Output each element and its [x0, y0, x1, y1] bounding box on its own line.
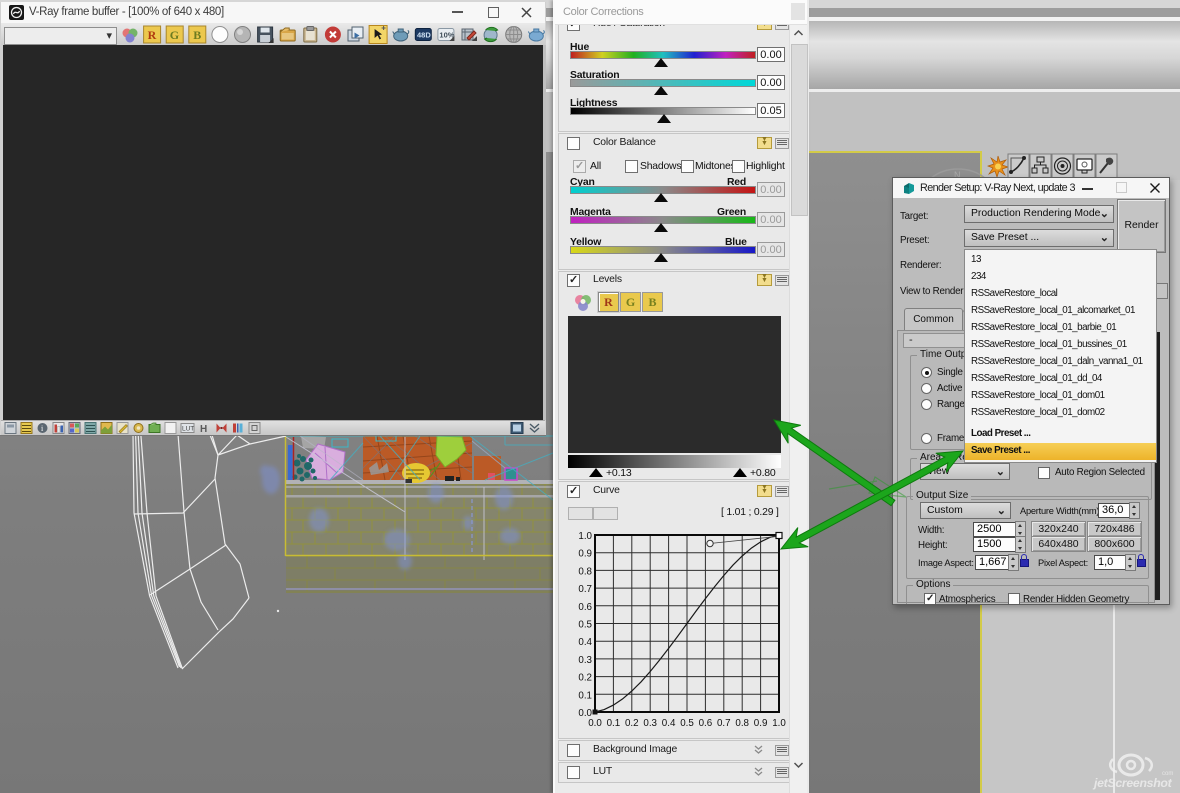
- svg-text:R: R: [148, 28, 157, 42]
- svg-text:0.7: 0.7: [717, 718, 731, 729]
- svg-text:G: G: [170, 28, 179, 42]
- svg-text:1.0: 1.0: [578, 531, 592, 542]
- svg-text:H: H: [200, 424, 207, 435]
- svg-text:0.7: 0.7: [578, 584, 592, 595]
- svg-text:0.5: 0.5: [680, 718, 694, 729]
- svg-text:0.1: 0.1: [578, 690, 592, 701]
- svg-text:0.4: 0.4: [578, 637, 592, 648]
- svg-text:0.6: 0.6: [578, 602, 592, 613]
- svg-text:0.0: 0.0: [588, 718, 602, 729]
- svg-text:0.8: 0.8: [735, 718, 749, 729]
- svg-text:0.6: 0.6: [699, 718, 713, 729]
- svg-text:0.5: 0.5: [578, 620, 592, 631]
- svg-text:0.3: 0.3: [643, 718, 657, 729]
- svg-text:jetScreenshot: jetScreenshot: [1092, 776, 1173, 790]
- svg-text:LUT: LUT: [182, 426, 194, 433]
- svg-text:1.0: 1.0: [772, 718, 786, 729]
- svg-text:0.4: 0.4: [662, 718, 676, 729]
- svg-text:0.9: 0.9: [578, 549, 592, 560]
- svg-text:B: B: [193, 28, 201, 42]
- svg-text:48D: 48D: [417, 31, 431, 40]
- svg-text:0.2: 0.2: [625, 718, 639, 729]
- svg-text:0.3: 0.3: [578, 655, 592, 666]
- svg-text:0.8: 0.8: [578, 566, 592, 577]
- svg-text:0.1: 0.1: [607, 718, 621, 729]
- svg-text:0.9: 0.9: [754, 718, 768, 729]
- svg-text:com: com: [1162, 771, 1173, 777]
- svg-text:0.2: 0.2: [578, 673, 592, 684]
